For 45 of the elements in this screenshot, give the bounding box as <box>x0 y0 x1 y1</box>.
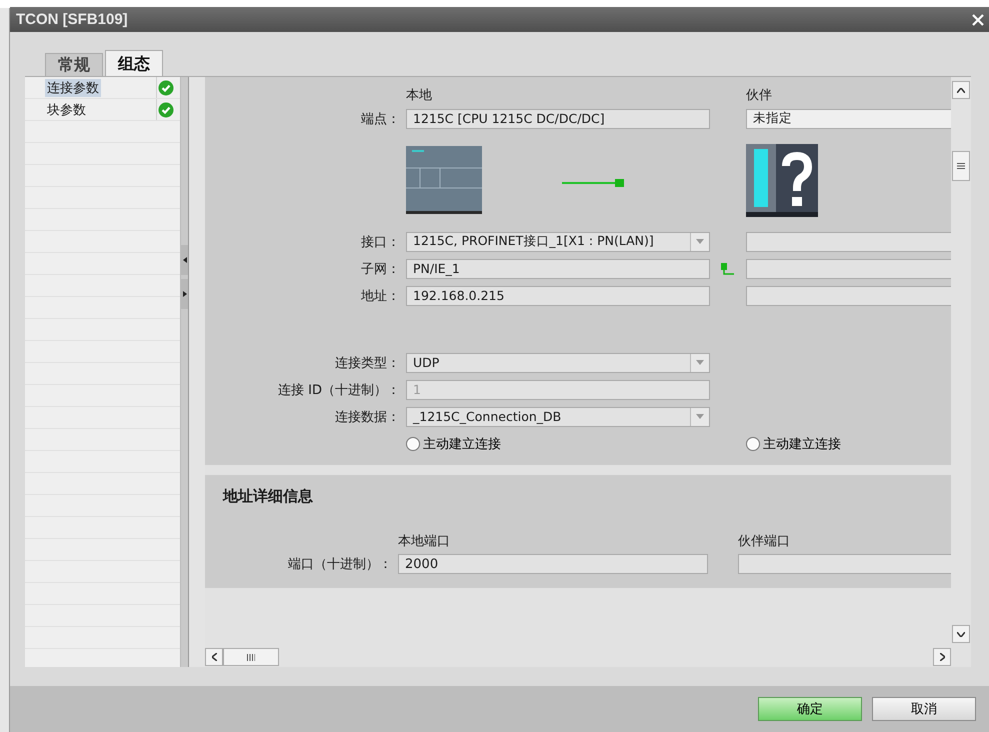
partner-endpoint-field: 未指定 <box>746 108 951 128</box>
nav-item[interactable]: 连接参数 <box>45 78 101 96</box>
ok-button[interactable]: 确定 <box>758 697 862 721</box>
column-header: 本地 <box>406 87 433 104</box>
grip-icon <box>957 163 965 169</box>
field-label: 连接 ID（十进制）： <box>277 382 401 398</box>
field-label: 端口（十进制）： <box>287 556 393 573</box>
nav-item[interactable]: 块参数 <box>45 100 88 118</box>
input-field[interactable] <box>738 554 951 574</box>
close-icon <box>971 12 985 26</box>
dropdown-field[interactable]: _1215C_Connection_DB <box>406 406 710 426</box>
column-header: 本地端口 <box>398 533 451 550</box>
column-header: 伙伴 <box>746 87 772 104</box>
collapse-left-button[interactable] <box>181 245 188 275</box>
field-label: 连接数据： <box>334 408 401 426</box>
dropdown-arrow-icon <box>696 239 704 244</box>
dropdown-arrow-icon <box>696 414 704 419</box>
tab[interactable]: 组态 <box>105 50 163 76</box>
expand-right-button[interactable] <box>181 279 188 309</box>
field-label: 端点： <box>360 110 401 128</box>
cancel-button[interactable]: 取消 <box>872 697 976 721</box>
input-field: 1 <box>406 380 710 400</box>
local-endpoint-field: 1215C [CPU 1215C DC/DC/DC] <box>406 108 710 128</box>
unknown-device-icon <box>746 144 818 216</box>
input-field[interactable]: 192.168.0.215 <box>406 286 710 306</box>
radio-button[interactable]: 主动建立连接 <box>746 434 841 452</box>
field-label: 地址： <box>360 288 401 304</box>
radio-button[interactable]: 主动建立连接 <box>406 434 746 452</box>
connection-line-icon <box>562 178 624 188</box>
column-header: 伙伴端口 <box>738 533 790 550</box>
horizontal-scrollbar[interactable] <box>205 647 951 667</box>
input-field[interactable]: PN/IE_1 <box>406 258 710 278</box>
dropdown-arrow-icon <box>696 360 704 365</box>
left-arrow-icon <box>182 257 186 263</box>
field-label: 连接类型： <box>334 354 401 372</box>
tab[interactable]: 常规 <box>45 53 103 76</box>
input-field[interactable]: 2000 <box>398 554 708 574</box>
grip-icon <box>247 654 255 660</box>
dropdown-field[interactable]: 1215C, PROFINET接口_1[X1 : PN(LAN)] <box>406 232 710 252</box>
right-arrow-icon <box>182 291 186 297</box>
field-label: 接口： <box>360 234 401 250</box>
dropdown-field[interactable]: UDP <box>406 352 710 372</box>
section-title: 地址详细信息 <box>222 487 314 506</box>
window-title: TCON [SFB109] <box>16 11 128 28</box>
field-label: 子网： <box>360 260 401 278</box>
